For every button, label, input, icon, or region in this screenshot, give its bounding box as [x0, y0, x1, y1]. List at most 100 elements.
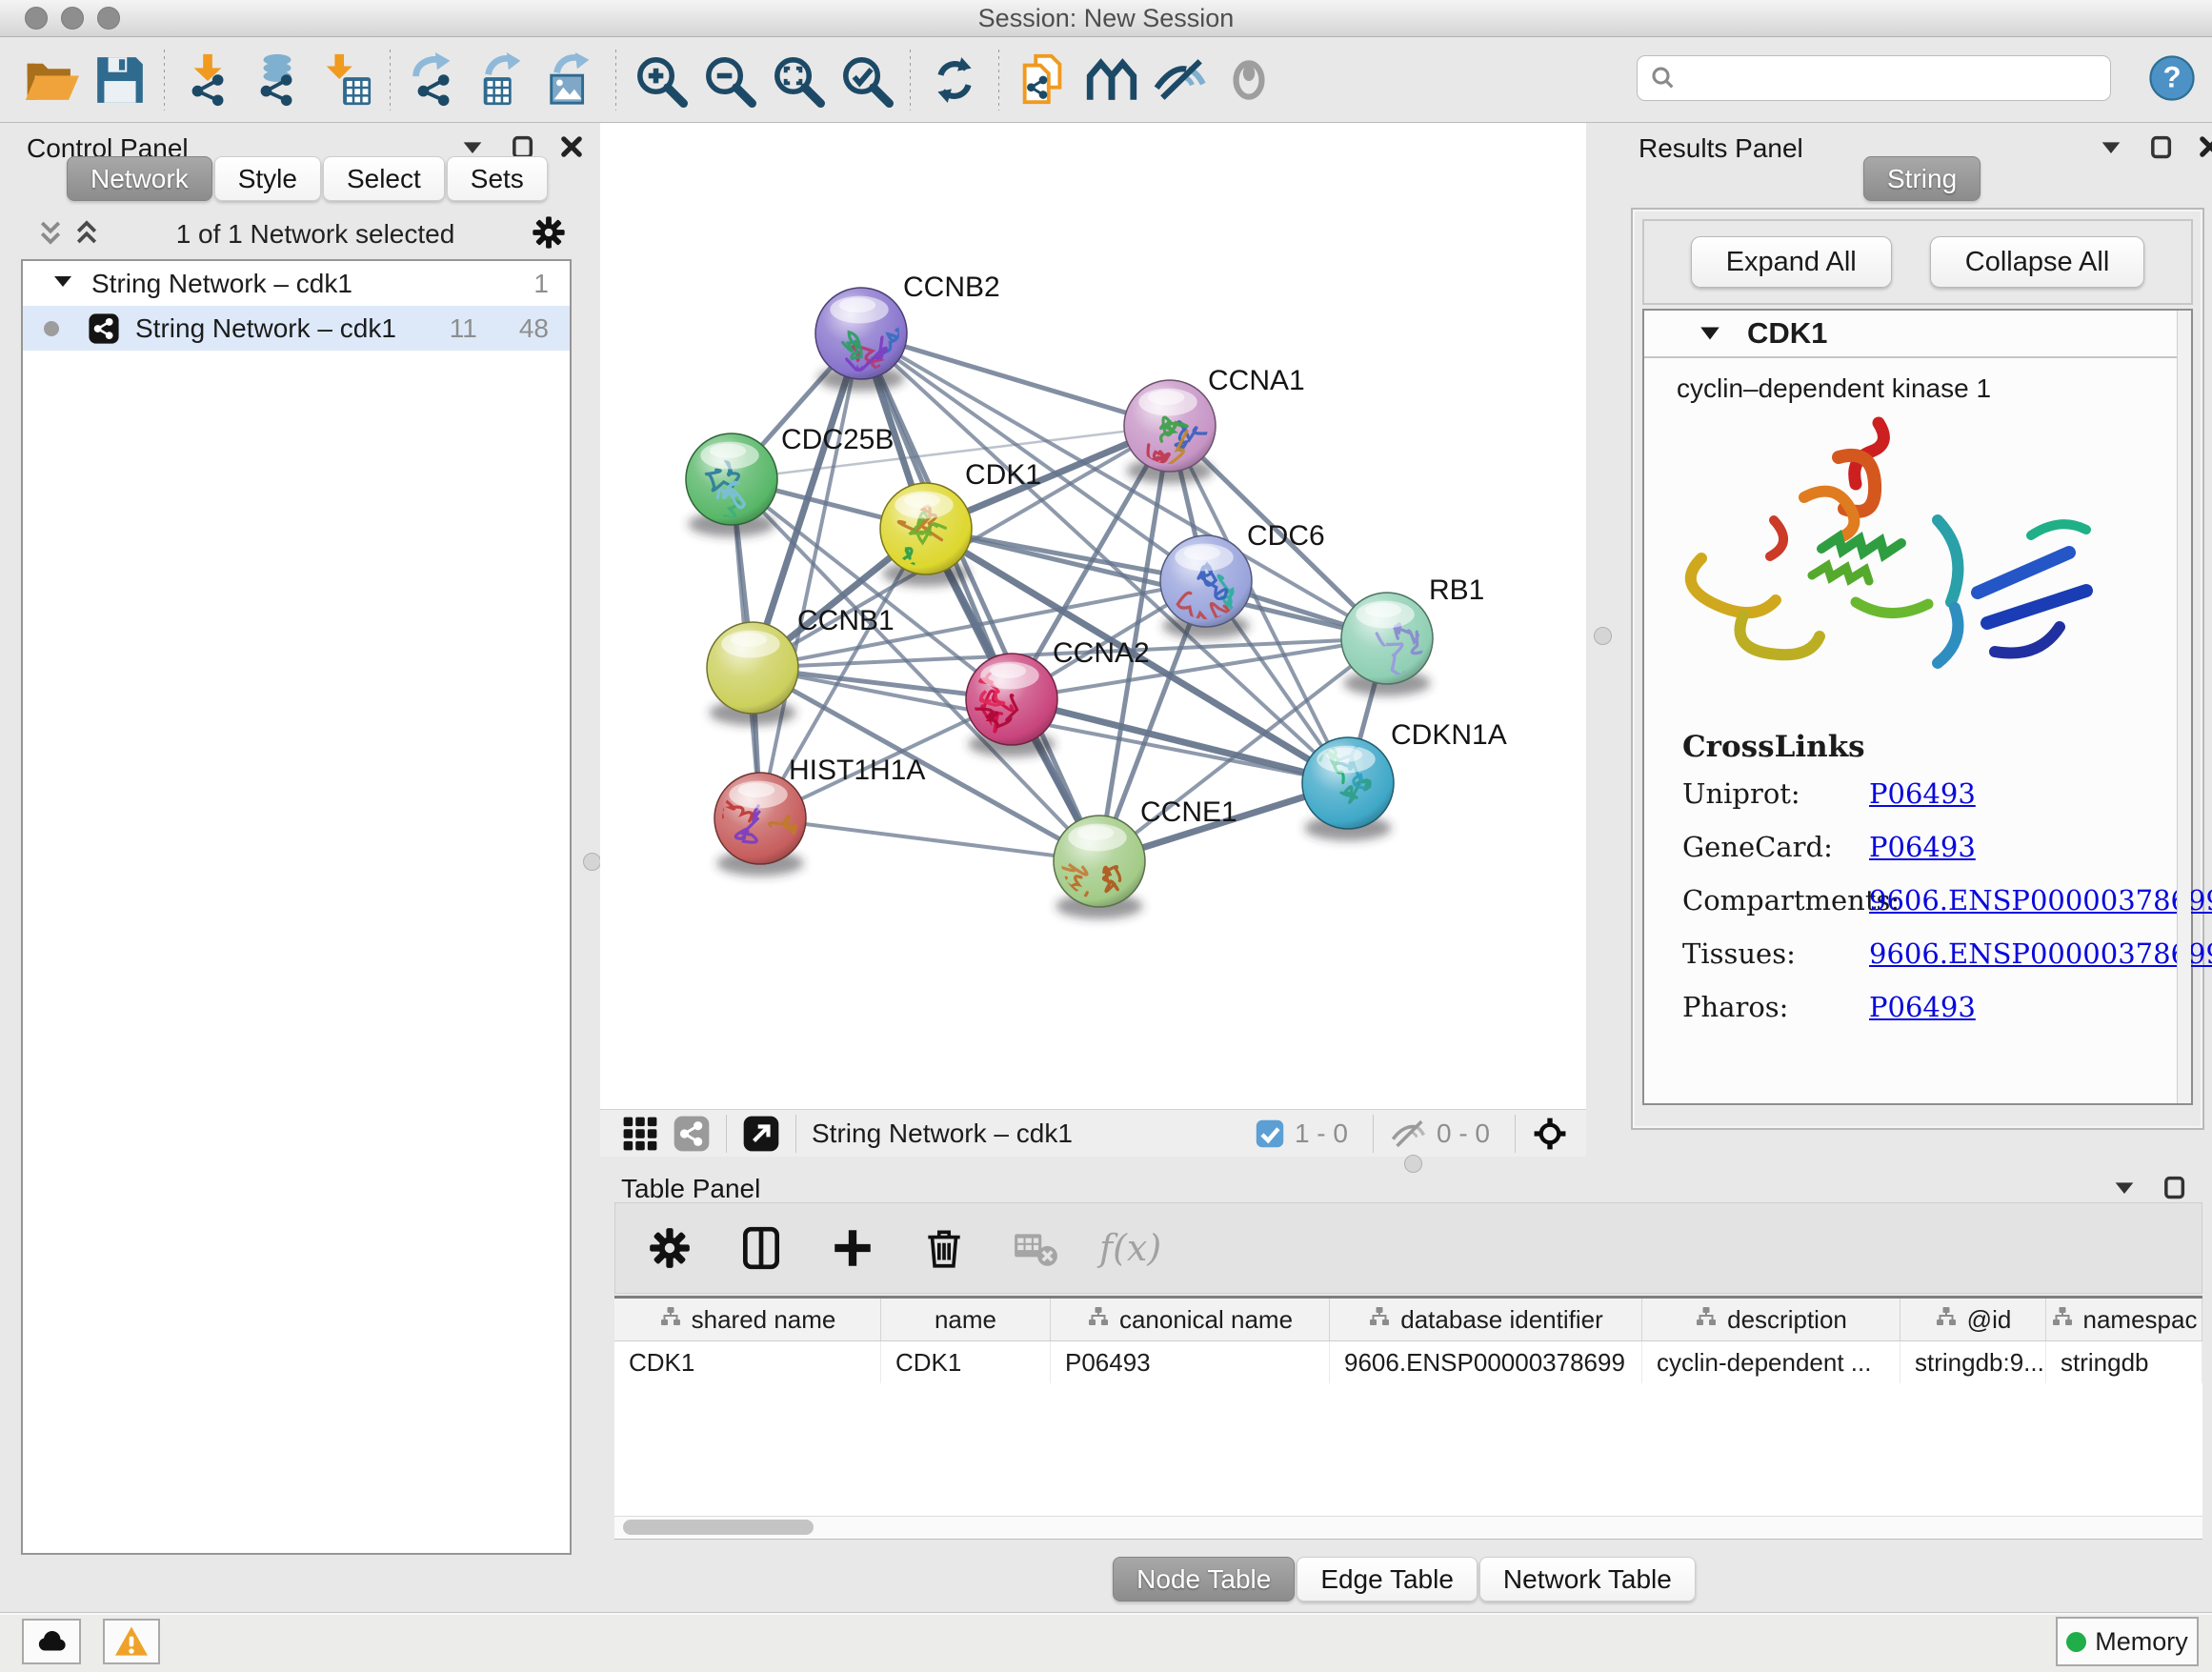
column-header-description[interactable]: description: [1642, 1299, 1900, 1340]
network-row[interactable]: String Network – cdk1 11 48: [23, 306, 570, 351]
export-network-icon[interactable]: [400, 49, 469, 111]
network-node-CDC25B[interactable]: [686, 433, 777, 536]
zoom-fit-icon[interactable]: [763, 49, 832, 111]
tab-network-table[interactable]: Network Table: [1479, 1557, 1696, 1601]
network-node-CCNA2[interactable]: [966, 654, 1057, 756]
network-node-CCNB2[interactable]: [815, 288, 915, 391]
results-scrollbar[interactable]: [2177, 311, 2191, 1103]
gene-expander-icon[interactable]: [1698, 321, 1722, 346]
network-graph[interactable]: CCNB2CCNA1CDC25BCDK1CDC6RB1CCNB1CCNA2CDK…: [600, 123, 1586, 1109]
panel-close-icon[interactable]: [558, 133, 585, 160]
network-view[interactable]: CCNB2CCNA1CDC25BCDK1CDC6RB1CCNB1CCNA2CDK…: [600, 123, 1586, 1109]
export-image-icon[interactable]: [537, 49, 606, 111]
cell[interactable]: stringdb:9...: [1900, 1341, 2046, 1383]
left-splitter-handle[interactable]: [583, 853, 601, 871]
table-row[interactable]: CDK1CDK1P064939606.ENSP00000378699cyclin…: [614, 1341, 2202, 1383]
open-session-icon[interactable]: [17, 49, 86, 111]
column-header-name[interactable]: name: [881, 1299, 1051, 1340]
zoom-in-icon[interactable]: [626, 49, 694, 111]
cell[interactable]: cyclin-dependent ...: [1642, 1341, 1900, 1383]
panel-close-icon[interactable]: [2197, 133, 2212, 160]
birdseye-view-icon[interactable]: [1531, 1115, 1569, 1153]
cell[interactable]: stringdb: [2046, 1341, 2202, 1383]
refresh-icon[interactable]: [920, 49, 989, 111]
save-session-icon[interactable]: [86, 49, 154, 111]
cell[interactable]: CDK1: [614, 1341, 881, 1383]
hide-selected-icon[interactable]: [1146, 49, 1215, 111]
bottom-splitter-handle[interactable]: [1404, 1155, 1422, 1173]
zoom-out-icon[interactable]: [694, 49, 763, 111]
network-node-CDC6[interactable]: [1160, 535, 1252, 638]
network-node-CDK1[interactable]: [872, 483, 972, 592]
panel-menu-icon[interactable]: [2111, 1174, 2138, 1200]
memory-button[interactable]: Memory: [2056, 1617, 2199, 1666]
expand-all-button[interactable]: Expand All: [1691, 236, 1892, 288]
show-all-icon[interactable]: [1215, 49, 1283, 111]
column-header-id[interactable]: @id: [1900, 1299, 2046, 1340]
search-box[interactable]: [1637, 55, 2111, 101]
network-node-CCNA1[interactable]: [1124, 380, 1216, 489]
right-splitter-handle[interactable]: [1594, 627, 1612, 645]
network-share-icon[interactable]: [673, 1115, 711, 1153]
tab-style[interactable]: Style: [214, 156, 321, 201]
search-input[interactable]: [1685, 58, 2110, 98]
selected-checkbox-icon[interactable]: [1255, 1118, 1285, 1149]
columns-icon[interactable]: [734, 1220, 789, 1276]
cell[interactable]: P06493: [1051, 1341, 1330, 1383]
crosslink-link[interactable]: P06493: [1869, 831, 1976, 863]
column-header-databaseidentifier[interactable]: database identifier: [1330, 1299, 1642, 1340]
column-header-namespac[interactable]: namespac: [2046, 1299, 2202, 1340]
window-zoom-button[interactable]: [97, 7, 120, 30]
export-table-icon[interactable]: [469, 49, 537, 111]
crosslink-link[interactable]: 9606.ENSP00000378699: [1869, 937, 2212, 970]
panel-menu-icon[interactable]: [2098, 133, 2124, 160]
collapse-all-icon[interactable]: [36, 218, 65, 252]
network-node-HIST1H1A[interactable]: [694, 773, 806, 876]
collection-expander-icon[interactable]: [51, 269, 74, 299]
network-node-RB1[interactable]: [1341, 593, 1433, 695]
import-database-icon[interactable]: [243, 49, 312, 111]
warning-button[interactable]: [103, 1619, 160, 1664]
crosslink-link[interactable]: 9606.ENSP00000378699: [1869, 884, 2212, 917]
cell[interactable]: 9606.ENSP00000378699: [1330, 1341, 1642, 1383]
network-collection-row[interactable]: String Network – cdk1 1: [23, 261, 570, 306]
column-header-canonicalname[interactable]: canonical name: [1051, 1299, 1330, 1340]
table-hscroll-thumb[interactable]: [623, 1520, 814, 1535]
add-icon[interactable]: [825, 1220, 880, 1276]
gear-icon[interactable]: [642, 1220, 697, 1276]
cell[interactable]: CDK1: [881, 1341, 1051, 1383]
panel-float-icon[interactable]: [2147, 133, 2174, 160]
cloud-button[interactable]: [22, 1619, 81, 1664]
gene-header-row[interactable]: CDK1: [1644, 311, 2191, 358]
crosslink-link[interactable]: P06493: [1869, 991, 1976, 1023]
delete-icon[interactable]: [916, 1220, 972, 1276]
window-close-button[interactable]: [25, 7, 48, 30]
open-in-window-icon[interactable]: [742, 1115, 780, 1153]
grid-view-icon[interactable]: [621, 1115, 659, 1153]
column-header-sharedname[interactable]: shared name: [614, 1299, 881, 1340]
window-minimize-button[interactable]: [61, 7, 84, 30]
crosslink-link[interactable]: P06493: [1869, 777, 1976, 810]
tab-edge-table[interactable]: Edge Table: [1297, 1557, 1478, 1601]
import-network-icon[interactable]: [174, 49, 243, 111]
network-options-gear-icon[interactable]: [530, 213, 568, 256]
tab-select[interactable]: Select: [323, 156, 445, 201]
import-table-icon[interactable]: [312, 49, 380, 111]
table-delete-icon[interactable]: [1008, 1220, 1063, 1276]
tab-network[interactable]: Network: [67, 156, 212, 201]
network-node-CCNB1[interactable]: [707, 622, 798, 725]
table-hscrollbar[interactable]: [614, 1516, 2202, 1539]
tab-node-table[interactable]: Node Table: [1113, 1557, 1295, 1601]
function-builder-icon[interactable]: f(x): [1099, 1227, 1161, 1269]
panel-float-icon[interactable]: [2161, 1174, 2187, 1200]
collapse-all-button[interactable]: Collapse All: [1930, 236, 2145, 288]
first-neighbors-icon[interactable]: [1077, 49, 1146, 111]
node-table[interactable]: shared namenamecanonical namedatabase id…: [614, 1296, 2202, 1540]
tab-sets[interactable]: Sets: [447, 156, 548, 201]
expand-all-icon[interactable]: [72, 218, 101, 252]
hidden-eye-icon[interactable]: [1389, 1115, 1427, 1153]
help-button[interactable]: ?: [2147, 53, 2197, 103]
network-node-CDKN1A[interactable]: [1302, 737, 1394, 840]
clone-network-icon[interactable]: [1009, 49, 1077, 111]
zoom-selected-icon[interactable]: [832, 49, 900, 111]
